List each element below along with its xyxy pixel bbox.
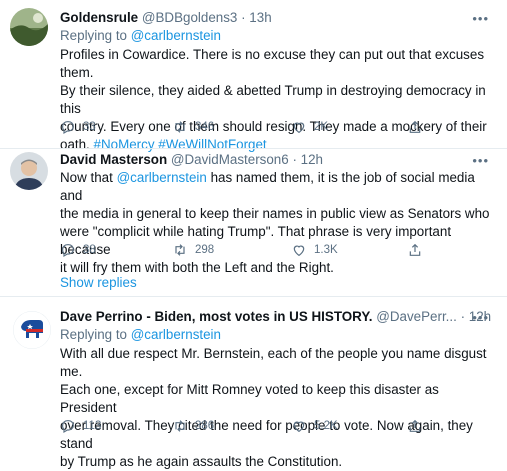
replying-to: Replying to @carlbernstein [60,327,221,342]
retweet-count: 346 [195,121,215,133]
retweet-icon [175,420,185,432]
replying-to-link[interactable]: @carlbernstein [131,28,221,43]
display-name[interactable]: Dave Perrino - Biden, most votes in US H… [60,309,373,324]
user-handle[interactable]: @DavidMasterson6 [171,152,289,167]
tweet-text: With all due respect Mr. Bernstein, each… [60,345,498,471]
separator-dot: · [460,309,466,324]
tweet-1[interactable]: Goldensrule @BDBgoldens3 · 13h ••• Reply… [0,0,507,152]
more-icon[interactable]: ••• [472,310,489,325]
retweet-icon [175,121,185,133]
user-handle[interactable]: @DavePerr... [376,309,457,324]
reply-button[interactable]: 113 [60,418,101,434]
tweet-header: Goldensrule @BDBgoldens3 · 13h [60,10,272,25]
text-line: Profiles in Cowardice. There is no excus… [60,47,485,80]
replying-prefix: Replying to [60,28,131,43]
avatar[interactable] [13,311,51,349]
share-button[interactable] [407,119,423,135]
like-icon [293,245,305,257]
like-icon [293,122,305,134]
separator-dot: · [241,10,246,25]
retweet-count: 386 [195,420,215,432]
show-replies-link[interactable]: Show replies [60,275,137,290]
retweet-button[interactable]: 298 [172,242,214,258]
separator-dot: · [292,152,297,167]
like-button[interactable]: 2K [291,119,328,135]
more-icon[interactable]: ••• [472,11,489,26]
retweet-count: 298 [195,244,215,256]
reply-icon [62,244,74,258]
like-button[interactable]: 5.2K [291,418,338,434]
reply-count: 113 [83,420,102,432]
share-button[interactable] [407,418,423,434]
tweet-header: Dave Perrino - Biden, most votes in US H… [60,309,491,324]
reply-button[interactable]: 33 [60,119,96,135]
action-bar: 33 346 2K [60,119,480,139]
display-name[interactable]: David Masterson [60,152,167,167]
avatar[interactable] [10,152,48,190]
like-count: 2K [314,121,329,133]
avatar[interactable] [10,8,48,46]
share-icon [409,120,421,133]
timestamp[interactable]: 13h [249,10,271,25]
tweet-3[interactable]: Dave Perrino - Biden, most votes in US H… [0,297,507,469]
tweet-header: David Masterson @DavidMasterson6 · 12h [60,152,323,167]
replying-prefix: Replying to [60,327,131,342]
replying-to: Replying to @carlbernstein [60,28,221,43]
reply-count: 38 [83,244,96,256]
mention-link[interactable]: @carlbernstein [117,170,207,185]
reply-icon [62,420,74,434]
text-line: Each one, except for Mitt Romney voted t… [60,382,439,415]
share-button[interactable] [407,242,423,258]
retweet-icon [175,244,185,256]
like-button[interactable]: 1.3K [291,242,338,258]
more-icon[interactable]: ••• [472,153,489,168]
reply-icon [62,121,74,135]
text-line: Now that @carlbernstein has named them, … [60,170,475,203]
like-count: 1.3K [314,244,338,256]
text-line: the media in general to keep their names… [60,206,490,221]
action-bar: 113 386 5.2K [60,418,480,438]
reply-count: 33 [83,121,96,133]
share-icon [409,419,421,432]
retweet-button[interactable]: 346 [172,119,214,135]
like-count: 5.2K [314,420,338,432]
text-line: by Trump as he again assaults the Consti… [60,454,343,469]
display-name[interactable]: Goldensrule [60,10,138,25]
retweet-button[interactable]: 386 [172,418,214,434]
user-handle[interactable]: @BDBgoldens3 [142,10,237,25]
action-bar: 38 298 1.3K [60,242,480,262]
reply-button[interactable]: 38 [60,242,96,258]
like-icon [293,421,305,433]
tweet-2[interactable]: David Masterson @DavidMasterson6 · 12h •… [0,149,507,296]
timestamp[interactable]: 12h [301,152,323,167]
text-line: With all due respect Mr. Bernstein, each… [60,346,487,379]
text-line: By their silence, they aided & abetted T… [60,83,486,116]
replying-to-link[interactable]: @carlbernstein [131,327,221,342]
share-icon [409,243,421,256]
